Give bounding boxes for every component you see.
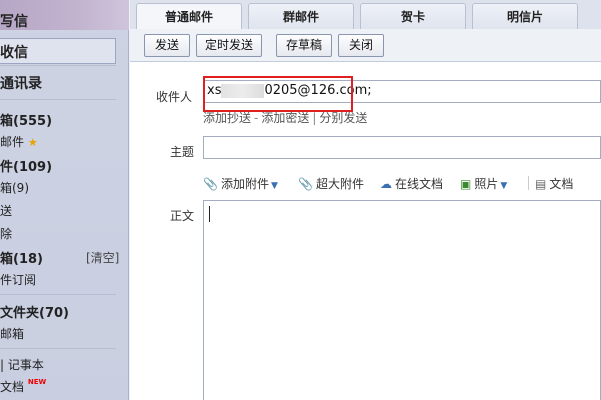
- online-doc-label: 在线文档: [395, 177, 444, 191]
- close-button[interactable]: 关闭: [338, 34, 384, 57]
- photo-button[interactable]: ▣ 照片 ▼: [460, 175, 507, 192]
- body-editor[interactable]: [203, 200, 601, 400]
- sidebar-item-label: 邮件: [0, 135, 25, 149]
- text-cursor: [209, 206, 210, 222]
- sidebar-item-deleted[interactable]: 除: [0, 225, 12, 242]
- new-badge: NEW: [27, 378, 47, 386]
- big-attachment-label: 超大附件: [315, 177, 364, 191]
- paperclip-icon: 📎: [298, 177, 313, 191]
- write-mail-link[interactable]: 写信: [0, 11, 28, 31]
- divider: [0, 65, 116, 66]
- divider: [0, 99, 116, 100]
- receive-mail-link[interactable]: 收信: [0, 42, 28, 62]
- send-button[interactable]: 发送: [144, 34, 190, 57]
- tab-postcard[interactable]: 明信片: [472, 3, 578, 29]
- contacts-link[interactable]: 通讯录: [0, 73, 42, 93]
- subject-input[interactable]: [203, 136, 601, 159]
- compose-toolbar: 发送 定时发送 存草稿 关闭: [130, 29, 601, 62]
- add-attachment-button[interactable]: 📎 添加附件 ▼: [203, 175, 278, 192]
- divider: [528, 176, 529, 190]
- chevron-down-icon[interactable]: ▼: [271, 181, 278, 191]
- separate-send-link[interactable]: 分别发送: [319, 111, 367, 125]
- sidebar-item-my-folders[interactable]: 文件夹(70): [0, 302, 69, 321]
- recipient-options: 添加抄送 - 添加密送 | 分别发送: [203, 109, 367, 126]
- docs-label: 文档: [0, 380, 25, 394]
- tab-greeting-card[interactable]: 贺卡: [360, 3, 466, 29]
- sidebar-item-sent[interactable]: 箱(9): [0, 179, 29, 196]
- sidebar: 写信 收信 通讯录 箱(555) 邮件 ★ 件(109) 箱(9) 送 除 箱(…: [0, 0, 129, 400]
- clear-spam-link[interactable]: [清空]: [86, 249, 119, 266]
- highlight-box: [203, 76, 353, 112]
- sidebar-item-send[interactable]: 送: [0, 202, 12, 219]
- cloud-doc-icon: ☁: [380, 177, 392, 191]
- document-label: 文档: [549, 177, 574, 191]
- docs-link[interactable]: 文档 NEW: [0, 378, 46, 395]
- compose-form: 收件人 xs 0205@126.com; 添加抄送 - 添加密送 | 分别发送 主题 📎 添…: [130, 62, 601, 400]
- add-cc-link[interactable]: 添加抄送: [203, 111, 251, 125]
- tab-group-mail[interactable]: 群邮件: [248, 3, 354, 29]
- online-doc-button[interactable]: ☁ 在线文档: [380, 175, 443, 192]
- sidebar-item-mailbox[interactable]: 邮箱: [0, 325, 24, 342]
- add-attachment-label: 添加附件: [220, 177, 269, 191]
- sidebar-item-drafts[interactable]: 件(109): [0, 156, 52, 175]
- save-draft-button[interactable]: 存草稿: [276, 34, 332, 57]
- link-separator: -: [254, 111, 259, 125]
- scheduled-send-button[interactable]: 定时发送: [196, 34, 262, 57]
- star-icon: ★: [27, 136, 38, 149]
- subject-label: 主题: [170, 145, 195, 159]
- recipient-label: 收件人: [156, 90, 193, 104]
- sidebar-item-starred[interactable]: 邮件 ★: [0, 133, 38, 150]
- divider: [0, 294, 116, 295]
- document-button[interactable]: ▤ 文档: [535, 175, 573, 192]
- divider: [0, 348, 116, 349]
- photo-label: 照片: [474, 177, 499, 191]
- sidebar-item-subscriptions[interactable]: 件订阅: [0, 271, 36, 288]
- link-separator: |: [312, 111, 317, 125]
- sidebar-item-spam[interactable]: 箱(18): [0, 248, 43, 267]
- paperclip-icon: 📎: [203, 177, 218, 191]
- body-label: 正文: [170, 209, 195, 223]
- photo-icon: ▣: [460, 177, 472, 191]
- compose-panel: 普通邮件 群邮件 贺卡 明信片 发送 定时发送 存草稿 关闭 收件人 xs 020…: [130, 0, 601, 400]
- big-attachment-button[interactable]: 📎 超大附件: [298, 175, 364, 192]
- document-icon: ▤: [535, 177, 547, 191]
- notes-link[interactable]: | 记事本: [0, 356, 44, 373]
- chevron-down-icon[interactable]: ▼: [500, 181, 507, 191]
- sidebar-item-inbox[interactable]: 箱(555): [0, 110, 52, 129]
- tab-normal-mail[interactable]: 普通邮件: [136, 3, 242, 31]
- add-bcc-link[interactable]: 添加密送: [261, 111, 309, 125]
